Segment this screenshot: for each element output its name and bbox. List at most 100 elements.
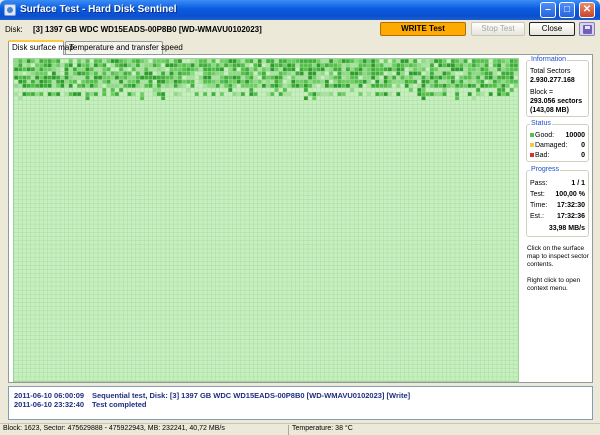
- surface-block[interactable]: [274, 87, 279, 93]
- surface-block[interactable]: [303, 79, 308, 84]
- surface-block[interactable]: [89, 63, 94, 68]
- surface-block[interactable]: [224, 83, 229, 88]
- surface-block[interactable]: [198, 79, 203, 84]
- surface-block[interactable]: [492, 75, 497, 80]
- surface-block[interactable]: [232, 71, 237, 76]
- surface-block[interactable]: [123, 59, 128, 64]
- surface-block[interactable]: [362, 75, 367, 80]
- surface-block[interactable]: [182, 71, 187, 76]
- surface-block[interactable]: [505, 71, 510, 76]
- surface-block[interactable]: [211, 83, 216, 88]
- surface-block[interactable]: [127, 92, 132, 97]
- surface-block[interactable]: [341, 79, 346, 84]
- surface-block[interactable]: [429, 59, 434, 64]
- surface-block[interactable]: [429, 71, 434, 76]
- surface-block[interactable]: [249, 79, 254, 84]
- surface-block[interactable]: [421, 87, 426, 93]
- surface-block[interactable]: [203, 83, 208, 88]
- surface-block[interactable]: [177, 67, 182, 72]
- surface-block[interactable]: [383, 63, 388, 68]
- surface-block[interactable]: [467, 63, 472, 68]
- surface-block[interactable]: [102, 59, 107, 64]
- surface-block[interactable]: [148, 75, 153, 80]
- surface-block[interactable]: [270, 83, 275, 88]
- surface-block[interactable]: [312, 79, 317, 84]
- surface-block[interactable]: [400, 71, 405, 76]
- surface-block[interactable]: [89, 83, 94, 88]
- surface-block[interactable]: [383, 79, 388, 84]
- surface-block[interactable]: [81, 59, 86, 64]
- surface-block[interactable]: [198, 63, 203, 68]
- surface-grid[interactable]: [14, 59, 518, 381]
- surface-block[interactable]: [438, 67, 443, 72]
- surface-block[interactable]: [371, 83, 376, 88]
- surface-block[interactable]: [459, 59, 464, 64]
- surface-block[interactable]: [68, 71, 73, 76]
- surface-block[interactable]: [392, 63, 397, 68]
- surface-block[interactable]: [207, 75, 212, 80]
- surface-block[interactable]: [165, 59, 170, 64]
- surface-block[interactable]: [131, 75, 136, 80]
- surface-block[interactable]: [345, 79, 350, 84]
- surface-block[interactable]: [425, 59, 430, 64]
- surface-block[interactable]: [446, 63, 451, 68]
- surface-block[interactable]: [228, 75, 233, 80]
- surface-block[interactable]: [131, 63, 136, 68]
- surface-block[interactable]: [236, 79, 241, 84]
- surface-block[interactable]: [358, 92, 363, 97]
- surface-block[interactable]: [421, 79, 426, 84]
- surface-block[interactable]: [417, 63, 422, 68]
- surface-block[interactable]: [396, 79, 401, 84]
- surface-block[interactable]: [366, 92, 371, 97]
- surface-block[interactable]: [371, 59, 376, 64]
- surface-block[interactable]: [148, 67, 153, 72]
- surface-block[interactable]: [266, 67, 271, 72]
- surface-block[interactable]: [329, 83, 334, 88]
- surface-block[interactable]: [350, 71, 355, 76]
- surface-block[interactable]: [455, 87, 460, 93]
- surface-block[interactable]: [169, 63, 174, 68]
- surface-block[interactable]: [442, 92, 447, 97]
- surface-block[interactable]: [22, 92, 27, 97]
- surface-block[interactable]: [282, 75, 287, 80]
- surface-block[interactable]: [35, 67, 40, 72]
- surface-block[interactable]: [98, 63, 103, 68]
- surface-block[interactable]: [379, 92, 384, 97]
- surface-block[interactable]: [186, 75, 191, 80]
- surface-block[interactable]: [383, 83, 388, 88]
- surface-block[interactable]: [140, 59, 145, 64]
- surface-block[interactable]: [85, 67, 90, 72]
- surface-block[interactable]: [295, 63, 300, 68]
- surface-block[interactable]: [509, 71, 514, 76]
- surface-block[interactable]: [345, 67, 350, 72]
- surface-block[interactable]: [60, 75, 65, 80]
- surface-block[interactable]: [161, 79, 166, 84]
- surface-block[interactable]: [375, 79, 380, 84]
- surface-block[interactable]: [421, 96, 426, 101]
- surface-block[interactable]: [425, 83, 430, 88]
- surface-block[interactable]: [85, 59, 90, 64]
- surface-block[interactable]: [26, 75, 31, 80]
- surface-block[interactable]: [350, 75, 355, 80]
- surface-block[interactable]: [375, 83, 380, 88]
- surface-block[interactable]: [438, 79, 443, 84]
- surface-block[interactable]: [341, 59, 346, 64]
- surface-block[interactable]: [47, 75, 52, 80]
- surface-block[interactable]: [291, 75, 296, 80]
- surface-block[interactable]: [144, 59, 149, 64]
- surface-block[interactable]: [85, 92, 90, 97]
- tab-temperature-transfer-speed[interactable]: Temperature and transfer speed: [65, 41, 183, 54]
- surface-block[interactable]: [295, 59, 300, 64]
- surface-block[interactable]: [18, 75, 23, 80]
- surface-block[interactable]: [194, 92, 199, 97]
- surface-block[interactable]: [253, 63, 258, 68]
- surface-block[interactable]: [232, 79, 237, 84]
- surface-block[interactable]: [56, 71, 61, 76]
- surface-block[interactable]: [270, 63, 275, 68]
- surface-block[interactable]: [203, 71, 208, 76]
- surface-block[interactable]: [77, 92, 82, 97]
- surface-block[interactable]: [438, 59, 443, 64]
- surface-block[interactable]: [106, 79, 111, 84]
- surface-block[interactable]: [245, 79, 250, 84]
- surface-block[interactable]: [203, 67, 208, 72]
